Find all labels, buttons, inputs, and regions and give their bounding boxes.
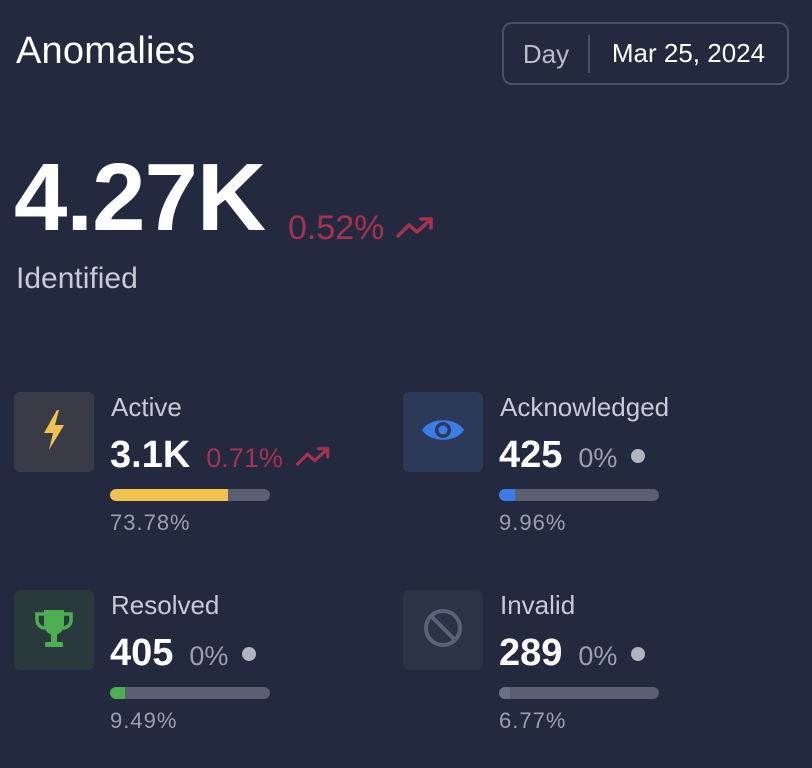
trophy-icon (33, 606, 75, 655)
identified-change: 0.52% (288, 209, 434, 248)
neutral-dot-icon (631, 448, 646, 463)
progress-fill (110, 687, 126, 699)
card-change-value: 0% (189, 641, 229, 671)
card-value: 289 (499, 632, 563, 674)
card-percent: 9.96% (499, 510, 567, 535)
card-name: Acknowledged (500, 392, 670, 422)
trending-up-icon (396, 209, 434, 248)
identified-label: Identified (16, 262, 138, 295)
card-change-value: 0% (578, 443, 618, 473)
lightning-icon-tile (14, 392, 94, 472)
card-change-value: 0% (578, 641, 618, 671)
date-range-selector[interactable]: Day Mar 25, 2024 (502, 22, 789, 85)
progress-bar (499, 687, 659, 699)
status-card-acknowledged[interactable]: Acknowledged 425 0% 9.96% (403, 392, 783, 542)
card-percent: 6.77% (499, 708, 567, 733)
card-change: 0% (189, 641, 228, 672)
lightning-icon (39, 408, 69, 457)
neutral-dot-icon (242, 646, 257, 661)
card-value: 405 (110, 632, 174, 674)
page-title: Anomalies (16, 30, 196, 72)
card-percent: 9.49% (110, 708, 178, 733)
progress-fill (499, 687, 510, 699)
card-name: Invalid (500, 590, 576, 620)
ban-icon-tile (403, 590, 483, 670)
card-name: Resolved (111, 590, 220, 620)
date-picker[interactable]: Mar 25, 2024 (590, 38, 787, 69)
eye-icon (420, 415, 466, 450)
progress-fill (499, 489, 515, 501)
ban-icon (422, 607, 464, 654)
eye-icon-tile (403, 392, 483, 472)
card-value: 3.1K (110, 434, 191, 476)
period-selector[interactable]: Day (504, 34, 590, 73)
status-card-active[interactable]: Active 3.1K 0.71% 73.78% (14, 392, 394, 542)
progress-bar (499, 489, 659, 501)
identified-count: 4.27K (14, 144, 266, 251)
card-value: 425 (499, 434, 563, 476)
progress-fill (110, 489, 229, 501)
identified-change-value: 0.52% (288, 209, 385, 247)
neutral-dot-icon (631, 646, 646, 661)
card-change: 0% (578, 641, 617, 672)
trophy-icon-tile (14, 590, 94, 670)
progress-bar (110, 687, 270, 699)
progress-bar (110, 489, 270, 501)
status-card-resolved[interactable]: Resolved 405 0% 9.49% (14, 590, 394, 740)
trending-up-icon (295, 443, 331, 474)
card-change: 0% (578, 443, 617, 474)
card-change-value: 0.71% (206, 443, 283, 473)
status-card-invalid[interactable]: Invalid 289 0% 6.77% (403, 590, 783, 740)
card-change: 0.71% (206, 443, 331, 474)
card-percent: 73.78% (110, 510, 191, 535)
card-name: Active (111, 392, 182, 422)
